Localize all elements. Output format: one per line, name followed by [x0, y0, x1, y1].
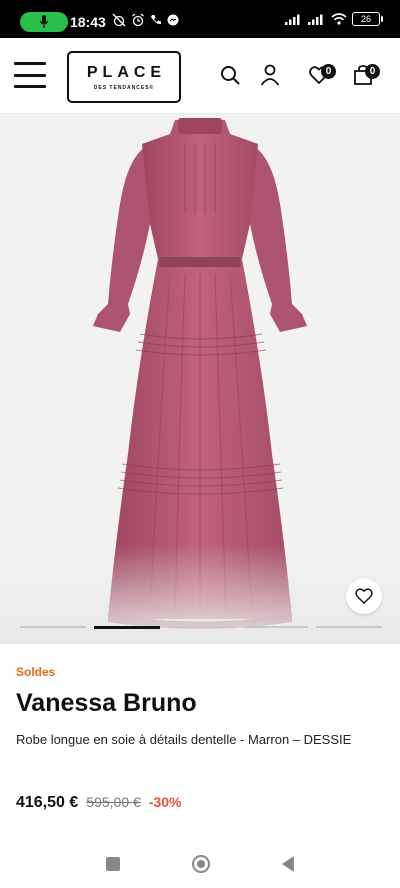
gallery-fade [0, 544, 400, 644]
messenger-icon [167, 14, 179, 26]
product-gallery[interactable] [0, 114, 400, 644]
current-price: 416,50 € [16, 794, 79, 811]
cart-button[interactable]: 0 [350, 62, 380, 88]
back-icon[interactable] [282, 856, 294, 872]
app-header: PLACE DES TENDANCES® 0 0 [0, 38, 400, 114]
battery-icon: 26 [352, 12, 383, 26]
recents-icon[interactable] [106, 857, 120, 871]
system-nav-bar [0, 840, 400, 888]
alarm-icon [132, 13, 144, 27]
mic-indicator[interactable] [20, 12, 68, 32]
signal-icon [308, 14, 323, 25]
wishlist-count-badge: 0 [321, 64, 336, 79]
logo[interactable]: PLACE DES TENDANCES® [67, 51, 181, 103]
product-brand[interactable]: Vanessa Bruno [16, 689, 197, 718]
product-description: Robe longue en soie à détails dentelle -… [16, 732, 352, 747]
home-icon[interactable] [192, 855, 210, 873]
battery-level: 26 [360, 14, 371, 24]
search-icon [221, 66, 240, 85]
wifi-icon [331, 13, 347, 25]
gallery-dot[interactable] [168, 626, 234, 628]
sale-tag: Soldes [16, 665, 56, 679]
heart-icon [355, 588, 373, 604]
price-row: 416,50 € 595,00 € -30% [16, 794, 181, 812]
wishlist-button[interactable]: 0 [306, 62, 336, 88]
status-bar: 18:43 26 [0, 0, 400, 38]
gallery-pagination [20, 626, 382, 629]
account-icon [260, 64, 280, 86]
search-button[interactable] [217, 62, 243, 88]
call-icon [151, 15, 161, 25]
account-button[interactable] [257, 62, 283, 88]
gallery-dot[interactable] [20, 626, 86, 628]
add-to-wishlist-button[interactable] [346, 578, 382, 614]
logo-main-text: PLACE [86, 63, 167, 81]
gallery-dot[interactable] [316, 626, 382, 628]
mic-icon [39, 15, 49, 28]
alarm-off-icon [112, 13, 126, 27]
cart-count-badge: 0 [365, 64, 380, 79]
original-price: 595,00 € [86, 794, 141, 810]
signal-icon [285, 14, 300, 25]
logo-sub-text: DES TENDANCES® [93, 84, 155, 91]
status-time: 18:43 [70, 14, 106, 30]
menu-icon[interactable] [14, 62, 46, 88]
gallery-dot[interactable] [242, 626, 308, 628]
gallery-dot-active[interactable] [94, 626, 160, 629]
discount-percent: -30% [148, 794, 182, 810]
